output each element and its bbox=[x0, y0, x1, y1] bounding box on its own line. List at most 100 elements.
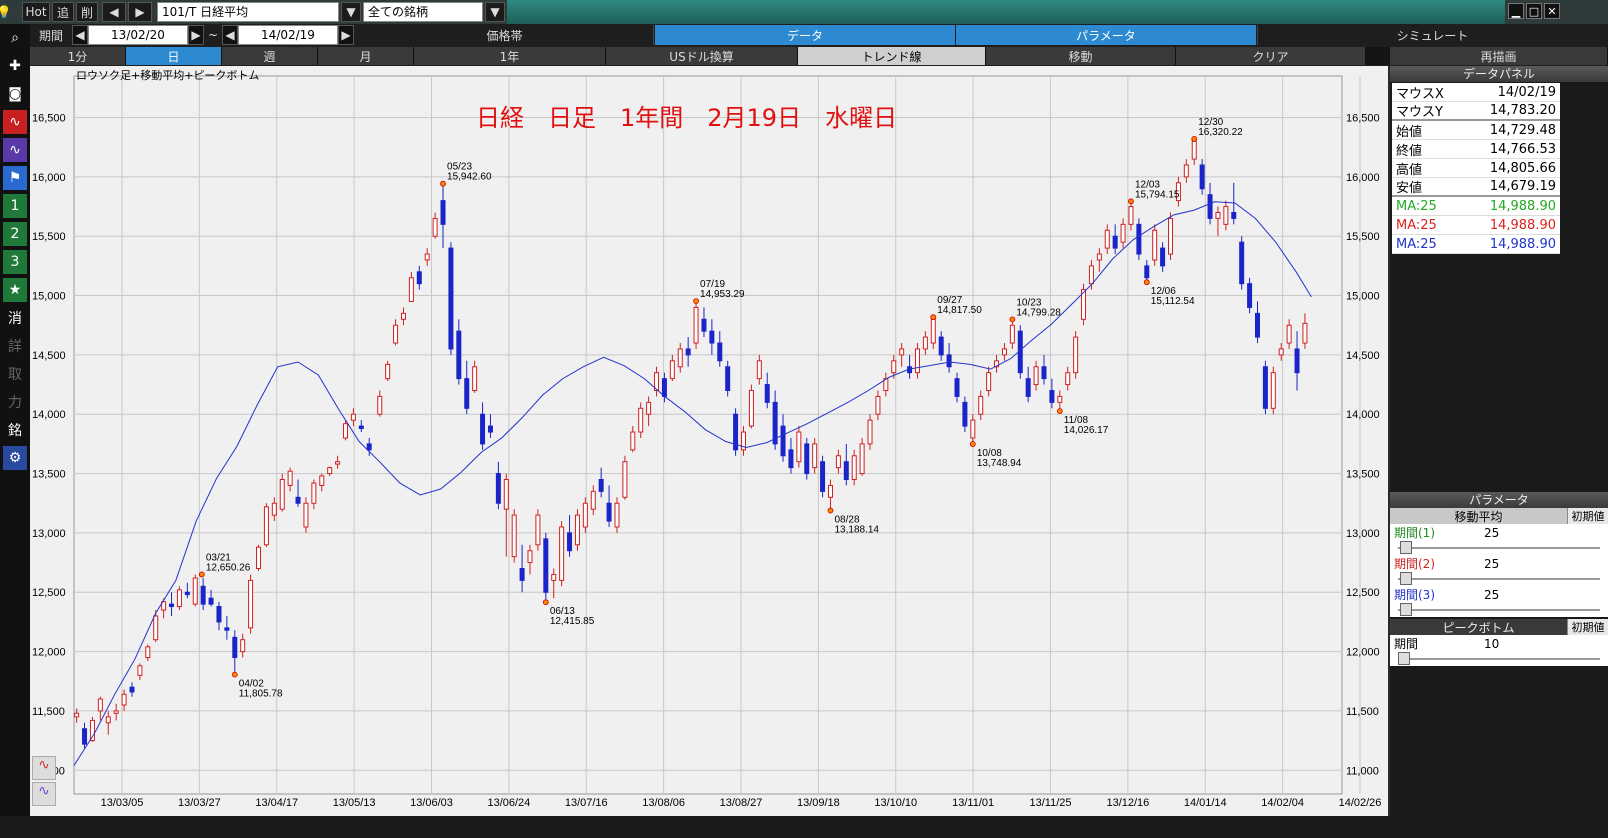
candle-body bbox=[319, 475, 325, 486]
ma-title: 移動平均 bbox=[1390, 508, 1567, 524]
erase-button[interactable]: 消 bbox=[3, 306, 27, 330]
peak-value-label: 11,805.78 bbox=[239, 689, 283, 700]
prev-symbol-button[interactable]: ◀ bbox=[102, 2, 126, 22]
line-chart-icon[interactable]: ∿ bbox=[3, 110, 27, 134]
x-tick-label: 13/07/16 bbox=[565, 797, 608, 809]
stock-button[interactable]: 銘 bbox=[3, 418, 27, 442]
universe-field[interactable]: 全ての銘柄 bbox=[363, 2, 483, 22]
chart-area[interactable]: 03/21 12,650.26 04/02 11,805.78 05/23 15,942.… bbox=[30, 66, 1388, 816]
y-tick-label-left: 12,500 bbox=[32, 587, 66, 599]
delete-button[interactable]: 削 bbox=[76, 2, 98, 22]
symbol-field[interactable]: 101/T 日経平均 bbox=[157, 2, 339, 22]
left-toolbar: ⌕ ✚ ◙ ∿ ∿ ⚑ 1 2 3 ★ 消 詳 取 力 銘 ⚙ bbox=[0, 24, 30, 838]
candle-body bbox=[559, 526, 565, 581]
period-3-value[interactable]: 25 bbox=[1484, 588, 1499, 602]
from-next-button[interactable]: ▶ bbox=[188, 25, 204, 45]
pb-period-value[interactable]: 10 bbox=[1484, 637, 1499, 651]
ma-header: 移動平均 初期値 bbox=[1390, 508, 1608, 524]
slider-thumb[interactable] bbox=[1398, 652, 1410, 665]
candle-body bbox=[788, 449, 794, 469]
star-icon[interactable]: ★ bbox=[3, 278, 27, 302]
power-button[interactable]: 力 bbox=[3, 390, 27, 414]
detail-button[interactable]: 詳 bbox=[3, 334, 27, 358]
from-prev-button[interactable]: ◀ bbox=[72, 25, 88, 45]
candle-body bbox=[1120, 223, 1126, 243]
period-2-value[interactable]: 25 bbox=[1484, 557, 1499, 571]
pb-period-slider[interactable] bbox=[1390, 652, 1608, 666]
peak-value-label: 13,748.94 bbox=[977, 458, 1022, 469]
candle-body bbox=[804, 443, 810, 475]
add-button[interactable]: 追 bbox=[52, 2, 74, 22]
candle-body bbox=[1104, 229, 1110, 249]
candle-body bbox=[464, 378, 470, 409]
slider-thumb[interactable] bbox=[1400, 603, 1412, 616]
tf-month[interactable]: 月 bbox=[318, 47, 414, 65]
from-date-field[interactable]: 13/02/20 bbox=[88, 25, 188, 45]
camera-icon[interactable]: ◙ bbox=[3, 82, 27, 106]
to-next-button[interactable]: ▶ bbox=[338, 25, 354, 45]
ma1-row: MA:25 14,988.90 bbox=[1392, 197, 1560, 216]
candle-body bbox=[827, 484, 833, 498]
minimize-button[interactable]: ▁ bbox=[1508, 3, 1524, 19]
redraw-button[interactable]: 再描画 bbox=[1390, 47, 1608, 65]
y-tick-label-right: 15,000 bbox=[1346, 291, 1380, 303]
candle-body bbox=[875, 395, 881, 415]
hot-button[interactable]: Hot bbox=[22, 2, 50, 22]
candle-body bbox=[1001, 348, 1007, 356]
candle-body bbox=[105, 716, 111, 724]
tf-1min[interactable]: 1分 bbox=[30, 47, 126, 65]
crosshair-icon[interactable]: ✚ bbox=[3, 54, 27, 78]
to-prev-button[interactable]: ◀ bbox=[222, 25, 238, 45]
search-icon[interactable]: ⌕ bbox=[3, 26, 27, 50]
peak-value-label: 14,026.17 bbox=[1064, 425, 1109, 436]
chart-type-purple-icon[interactable]: ∿ bbox=[32, 782, 56, 806]
title-strip bbox=[507, 0, 1505, 24]
preset-2-button[interactable]: 2 bbox=[3, 222, 27, 246]
tab-price-band[interactable]: 価格帯 bbox=[356, 25, 654, 45]
tf-day[interactable]: 日 bbox=[126, 47, 222, 65]
ma-reset-button[interactable]: 初期値 bbox=[1567, 508, 1608, 524]
preset-1-button[interactable]: 1 bbox=[3, 194, 27, 218]
close-button[interactable]: ✕ bbox=[1544, 3, 1560, 19]
symbol-dropdown[interactable]: ▼ bbox=[341, 2, 361, 22]
next-symbol-button[interactable]: ▶ bbox=[128, 2, 152, 22]
candle-body bbox=[256, 546, 262, 570]
to-date-field[interactable]: 14/02/19 bbox=[238, 25, 338, 45]
candle-body bbox=[1049, 389, 1055, 403]
chart-type-red-icon[interactable]: ∿ bbox=[32, 756, 56, 780]
maximize-button[interactable]: □ bbox=[1526, 3, 1542, 19]
candle-body bbox=[1207, 194, 1213, 219]
flag-icon[interactable]: ⚑ bbox=[3, 166, 27, 190]
clear-button[interactable]: クリア bbox=[1176, 47, 1366, 65]
period-3-slider[interactable] bbox=[1390, 603, 1608, 617]
tab-parameter[interactable]: パラメータ bbox=[956, 25, 1256, 45]
line-chart-alt-icon[interactable]: ∿ bbox=[3, 138, 27, 162]
move-button[interactable]: 移動 bbox=[986, 47, 1176, 65]
close-row: 終値 14,766.53 bbox=[1392, 140, 1560, 159]
period-1-slider[interactable] bbox=[1390, 541, 1608, 555]
ma3-row: MA:25 14,988.90 bbox=[1392, 235, 1560, 254]
candle-body bbox=[764, 384, 770, 403]
tab-simulate[interactable]: シミュレート bbox=[1257, 25, 1607, 45]
candle-body bbox=[669, 360, 675, 380]
period-1-value[interactable]: 25 bbox=[1484, 526, 1499, 540]
candle-body bbox=[137, 665, 143, 676]
usd-convert-button[interactable]: USドル換算 bbox=[606, 47, 798, 65]
period-label: 期間 bbox=[38, 28, 63, 43]
tab-data[interactable]: データ bbox=[655, 25, 955, 45]
slider-thumb[interactable] bbox=[1400, 541, 1412, 554]
fetch-button[interactable]: 取 bbox=[3, 362, 27, 386]
gear-icon[interactable]: ⚙ bbox=[3, 446, 27, 470]
pb-reset-button[interactable]: 初期値 bbox=[1567, 619, 1608, 635]
bottom-scrollbar[interactable] bbox=[0, 816, 1608, 838]
tf-week[interactable]: 週 bbox=[222, 47, 318, 65]
candle-body bbox=[630, 431, 636, 451]
tf-1year[interactable]: 1年 bbox=[414, 47, 606, 65]
preset-3-button[interactable]: 3 bbox=[3, 250, 27, 274]
candle-body bbox=[1168, 217, 1174, 255]
period-2-slider[interactable] bbox=[1390, 572, 1608, 586]
candlestick-chart[interactable]: 03/2112,650.2604/0211,805.7805/2315,942.… bbox=[30, 66, 1388, 816]
slider-thumb[interactable] bbox=[1400, 572, 1412, 585]
trendline-button[interactable]: トレンド線 bbox=[798, 47, 986, 65]
universe-dropdown[interactable]: ▼ bbox=[485, 2, 505, 22]
